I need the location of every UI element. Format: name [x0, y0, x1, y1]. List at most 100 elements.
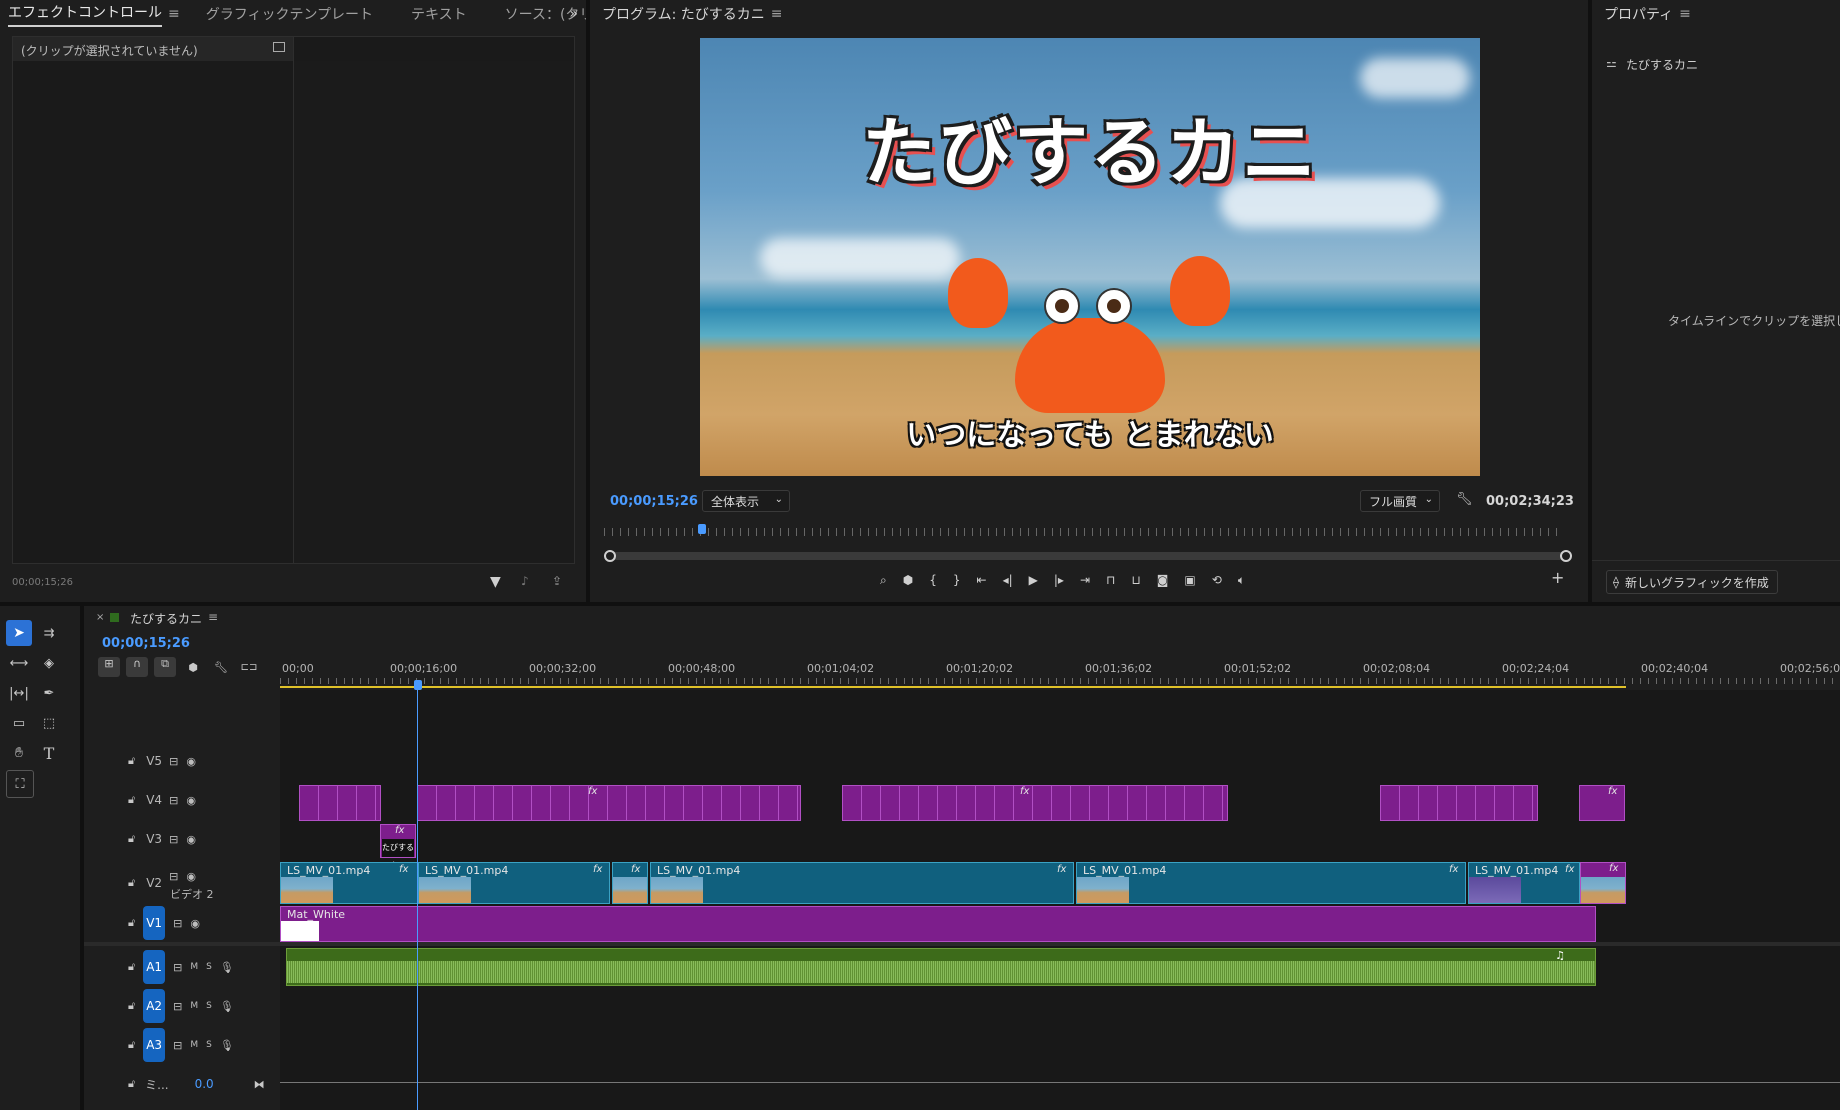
- add-marker-icon[interactable]: ⬢: [182, 661, 204, 674]
- scroll-handle-right[interactable]: [1560, 550, 1572, 562]
- clip-v2[interactable]: LS_MV_01.mp4 fx: [650, 862, 1074, 904]
- track-name-a1[interactable]: A1: [143, 950, 166, 984]
- zoom-select[interactable]: 全体表示 ⌄: [702, 490, 790, 512]
- sync-lock-icon[interactable]: ⊟: [169, 755, 178, 768]
- solo-button[interactable]: S: [206, 1040, 212, 1050]
- timeline-timecode[interactable]: 00;00;15;26: [102, 636, 190, 651]
- lock-icon[interactable]: 🔓︎: [128, 832, 135, 846]
- step-back-icon[interactable]: ◂|: [1003, 573, 1013, 587]
- generative-extend-tool[interactable]: ⬚: [36, 710, 62, 736]
- clip-v4-group[interactable]: [299, 785, 381, 821]
- sequence-tab-title[interactable]: たびするカニ: [130, 610, 202, 627]
- add-button-icon[interactable]: +: [1551, 568, 1564, 587]
- go-to-out-icon[interactable]: ⇥: [1080, 573, 1090, 587]
- ripple-edit-tool[interactable]: ⟷: [6, 650, 32, 676]
- program-scroll-bar[interactable]: [608, 552, 1564, 560]
- track-header-a2[interactable]: 🔓︎ A2 ⊟ M S 🎙︎: [84, 987, 279, 1025]
- wrench-icon[interactable]: 🔧︎: [210, 661, 232, 674]
- sync-lock-icon[interactable]: ⊟: [173, 1000, 182, 1013]
- sync-lock-icon[interactable]: ⊟: [173, 1039, 182, 1052]
- track-header-mix[interactable]: 🔓︎ ミ... 0.0 ⧓: [84, 1065, 279, 1103]
- track-header-v2[interactable]: 🔓︎ V2 ⊟ ◉ ビデオ 2: [84, 860, 279, 906]
- clip-v2[interactable]: LS_MV_01.mp4 fx: [1468, 862, 1580, 904]
- play-icon[interactable]: ▶: [1029, 573, 1038, 587]
- properties-title[interactable]: プロパティ: [1604, 4, 1673, 24]
- eye-icon[interactable]: ◉: [186, 794, 196, 807]
- properties-menu-icon[interactable]: ≡: [1679, 6, 1691, 22]
- lock-icon[interactable]: 🔓︎: [128, 876, 135, 890]
- solo-button[interactable]: S: [206, 962, 212, 972]
- export-frame-icon[interactable]: ⌕: [880, 573, 887, 588]
- wrench-icon[interactable]: 🔧︎: [1456, 492, 1473, 507]
- program-playhead[interactable]: [698, 524, 706, 534]
- lock-icon[interactable]: 🔓︎: [128, 916, 135, 930]
- panel-menu-icon[interactable]: ≡: [168, 6, 180, 22]
- linked-selection-icon[interactable]: ⧉: [154, 657, 176, 677]
- track-header-a1[interactable]: 🔓︎ A1 ⊟ M S 🎙︎: [84, 948, 279, 986]
- mark-out-icon[interactable]: }: [953, 573, 961, 587]
- track-header-v3[interactable]: 🔓︎ V3 ⊟ ◉: [84, 820, 279, 858]
- mix-end-icon[interactable]: ⧓: [254, 1078, 265, 1091]
- mute-button[interactable]: M: [190, 1001, 198, 1011]
- step-forward-icon[interactable]: |▸: [1054, 573, 1064, 587]
- track-header-a3[interactable]: 🔓︎ A3 ⊟ M S 🎙︎: [84, 1026, 279, 1064]
- mix-value[interactable]: 0.0: [195, 1077, 214, 1091]
- selection-tool[interactable]: ➤: [6, 620, 32, 646]
- hand-tool[interactable]: ✋︎: [6, 740, 32, 766]
- camera-icon[interactable]: ◙: [1157, 573, 1169, 587]
- lock-icon[interactable]: 🔓︎: [128, 754, 135, 768]
- clip-v4-group[interactable]: [1380, 785, 1538, 821]
- solo-button[interactable]: S: [206, 1001, 212, 1011]
- eye-icon[interactable]: ◉: [186, 833, 196, 846]
- more-tabs-icon[interactable]: »: [569, 6, 578, 22]
- sync-lock-icon[interactable]: ⊟: [169, 794, 178, 807]
- captions-icon[interactable]: ⊏⊐: [238, 662, 260, 673]
- clip-v2[interactable]: fx: [612, 862, 648, 904]
- timeline-playhead-line[interactable]: [417, 690, 418, 1110]
- eye-icon[interactable]: ◉: [186, 870, 196, 883]
- snap-icon[interactable]: ∩: [126, 657, 148, 677]
- close-icon[interactable]: ×: [96, 612, 104, 623]
- microphone-icon[interactable]: 🎙︎: [220, 961, 234, 974]
- insert-nest-icon[interactable]: ⊞: [98, 657, 120, 677]
- track-name-v1[interactable]: V1: [143, 906, 166, 940]
- go-to-in-icon[interactable]: ⇤: [977, 573, 987, 587]
- new-graphic-button[interactable]: ⟠ 新しいグラフィックを作成: [1606, 570, 1778, 594]
- eye-icon[interactable]: ◉: [186, 755, 196, 768]
- clip-v1-matte[interactable]: Mat_White: [280, 906, 1596, 942]
- extract-icon[interactable]: ⊔: [1131, 573, 1140, 587]
- program-title[interactable]: プログラム: たびするカニ: [602, 4, 765, 24]
- clip-v3-title[interactable]: fx たびするカニ: [380, 824, 416, 870]
- tab-text[interactable]: テキスト: [411, 4, 467, 24]
- clip-v4-group[interactable]: fx: [842, 785, 1228, 821]
- program-menu-icon[interactable]: ≡: [771, 6, 783, 22]
- rectangle-tool[interactable]: ▭: [6, 710, 32, 736]
- program-mini-ruler[interactable]: [604, 528, 1564, 536]
- track-name-a2[interactable]: A2: [143, 989, 166, 1023]
- track-header-v4[interactable]: 🔓︎ V4 ⊟ ◉: [84, 781, 279, 819]
- track-select-tool[interactable]: ⇉: [36, 620, 62, 646]
- sync-lock-icon[interactable]: ⊟: [173, 961, 182, 974]
- timeline-playhead-head[interactable]: [414, 680, 422, 690]
- clip-v2[interactable]: LS_MV_01.mp4 fx: [418, 862, 610, 904]
- auto-reframe-tool[interactable]: ⛶: [6, 770, 34, 798]
- microphone-icon[interactable]: 🎙︎: [220, 1039, 234, 1052]
- slip-tool[interactable]: |↔|: [6, 680, 32, 706]
- eye-icon[interactable]: ◉: [190, 917, 200, 930]
- lock-icon[interactable]: 🔓︎: [128, 793, 135, 807]
- scroll-handle-left[interactable]: [604, 550, 616, 562]
- track-header-v5[interactable]: 🔓︎ V5 ⊟ ◉: [84, 742, 279, 780]
- lock-icon[interactable]: 🔓︎: [128, 960, 135, 974]
- type-tool[interactable]: T: [36, 740, 62, 766]
- track-name-a3[interactable]: A3: [143, 1028, 166, 1062]
- export-icon[interactable]: ⇪: [552, 574, 562, 588]
- tab-effect-controls[interactable]: エフェクトコントロール: [8, 2, 162, 27]
- panel-toggle-icon[interactable]: [273, 42, 285, 52]
- lift-icon[interactable]: ⊓: [1106, 573, 1115, 587]
- clip-v2[interactable]: LS_MV_01.mp4 fx: [280, 862, 418, 904]
- add-marker-icon[interactable]: ⬢: [903, 573, 913, 587]
- lock-icon[interactable]: 🔓︎: [128, 999, 135, 1013]
- microphone-icon[interactable]: 🎙︎: [220, 1000, 234, 1013]
- volume-icon[interactable]: 🔈︎: [1238, 573, 1245, 588]
- timeline-ruler[interactable]: [280, 656, 1840, 690]
